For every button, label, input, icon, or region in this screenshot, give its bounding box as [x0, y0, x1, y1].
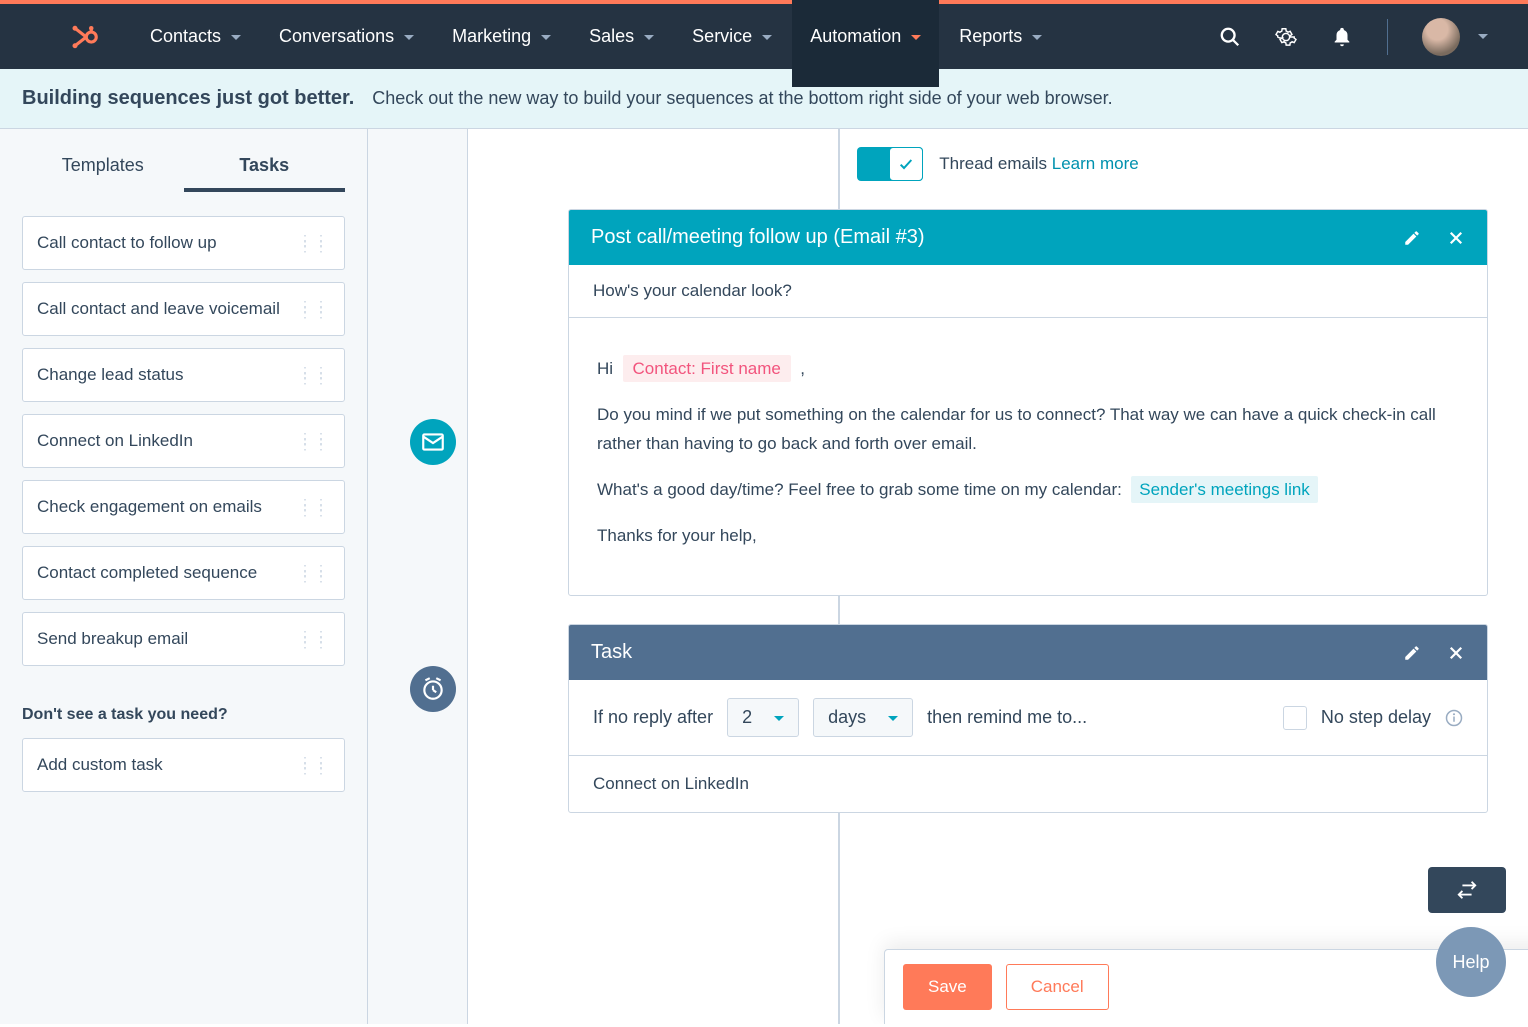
sidebar: Templates Tasks Call contact to follow u… [0, 129, 368, 1024]
task-card[interactable]: Change lead status⋮⋮⋮⋮ [22, 348, 345, 402]
task-config-row: If no reply after 2 days then remind me … [569, 680, 1487, 756]
tab-templates[interactable]: Templates [22, 155, 184, 192]
nav-sales[interactable]: Sales [589, 6, 654, 67]
thread-emails-row: Thread emails Learn more [468, 129, 1528, 209]
no-step-delay-label: No step delay [1321, 707, 1431, 728]
task-card[interactable]: Connect on LinkedIn⋮⋮⋮⋮ [22, 414, 345, 468]
drag-handle-icon[interactable]: ⋮⋮⋮⋮ [298, 369, 330, 381]
close-icon[interactable] [1447, 644, 1465, 662]
edit-icon[interactable] [1403, 229, 1421, 247]
info-icon[interactable] [1445, 709, 1463, 727]
nav-reports[interactable]: Reports [959, 6, 1042, 67]
close-icon[interactable] [1447, 229, 1465, 247]
bell-icon[interactable] [1331, 26, 1353, 48]
add-custom-task[interactable]: Add custom task⋮⋮⋮⋮ [22, 738, 345, 792]
task-card[interactable]: Call contact and leave voicemail⋮⋮⋮⋮ [22, 282, 345, 336]
email-card-header: Post call/meeting follow up (Email #3) [569, 210, 1487, 265]
chevron-down-icon [884, 707, 898, 728]
task-card-header: Task [569, 625, 1487, 680]
hubspot-logo-icon[interactable] [70, 22, 100, 52]
delay-number-select[interactable]: 2 [727, 698, 799, 737]
sidebar-tabs: Templates Tasks [22, 155, 345, 192]
drag-handle-icon[interactable]: ⋮⋮⋮⋮ [298, 759, 330, 771]
email-step: Post call/meeting follow up (Email #3) H… [568, 209, 1488, 596]
search-icon[interactable] [1219, 26, 1241, 48]
chevron-down-icon [770, 707, 784, 728]
task-card[interactable]: Call contact to follow up⋮⋮⋮⋮ [22, 216, 345, 270]
thread-emails-label: Thread emails [939, 154, 1047, 173]
no-step-delay-checkbox[interactable] [1283, 706, 1307, 730]
sender-meetings-link-token[interactable]: Sender's meetings link [1131, 476, 1318, 503]
nav-marketing[interactable]: Marketing [452, 6, 551, 67]
email-step-icon [410, 419, 456, 465]
if-no-reply-label: If no reply after [593, 707, 713, 728]
task-step: Task If no reply after 2 days then remin… [568, 624, 1488, 813]
top-nav: Contacts Conversations Marketing Sales S… [0, 4, 1528, 69]
drag-handle-icon[interactable]: ⋮⋮⋮⋮ [298, 633, 330, 645]
cancel-button[interactable]: Cancel [1006, 964, 1109, 1010]
email-card: Post call/meeting follow up (Email #3) H… [568, 209, 1488, 596]
sequence-canvas: Thread emails Learn more Post call/meeti… [368, 129, 1528, 1024]
task-card[interactable]: Check engagement on emails⋮⋮⋮⋮ [22, 480, 345, 534]
drag-handle-icon[interactable]: ⋮⋮⋮⋮ [298, 303, 330, 315]
task-card-title: Task [591, 641, 632, 664]
save-button[interactable]: Save [903, 964, 992, 1010]
nav-items: Contacts Conversations Marketing Sales S… [150, 6, 1042, 67]
learn-more-link[interactable]: Learn more [1052, 154, 1139, 173]
avatar [1422, 18, 1460, 56]
nav-contacts[interactable]: Contacts [150, 6, 241, 67]
nav-conversations[interactable]: Conversations [279, 6, 414, 67]
email-subject[interactable]: How's your calendar look? [569, 265, 1487, 318]
tab-tasks[interactable]: Tasks [184, 155, 346, 192]
task-card[interactable]: Contact completed sequence⋮⋮⋮⋮ [22, 546, 345, 600]
task-name-input[interactable]: Connect on LinkedIn [569, 756, 1487, 812]
email-card-title: Post call/meeting follow up (Email #3) [591, 226, 924, 249]
drag-handle-icon[interactable]: ⋮⋮⋮⋮ [298, 237, 330, 249]
edit-icon[interactable] [1403, 644, 1421, 662]
thread-emails-toggle[interactable] [857, 147, 923, 181]
custom-task-heading: Don't see a task you need? [22, 706, 345, 724]
task-card[interactable]: Send breakup email⋮⋮⋮⋮ [22, 612, 345, 666]
announcement-banner: Building sequences just got better. Chec… [0, 69, 1528, 129]
contact-first-name-token[interactable]: Contact: First name [623, 355, 791, 382]
banner-body: Check out the new way to build your sequ… [372, 88, 1112, 109]
task-card-step: Task If no reply after 2 days then remin… [568, 624, 1488, 813]
nav-service[interactable]: Service [692, 6, 772, 67]
drag-handle-icon[interactable]: ⋮⋮⋮⋮ [298, 435, 330, 447]
delay-unit-select[interactable]: days [813, 698, 913, 737]
chevron-down-icon [1474, 28, 1488, 46]
account-menu[interactable] [1422, 18, 1488, 56]
help-button[interactable]: Help [1436, 927, 1506, 997]
drag-handle-icon[interactable]: ⋮⋮⋮⋮ [298, 567, 330, 579]
banner-headline: Building sequences just got better. [22, 87, 354, 110]
drag-handle-icon[interactable]: ⋮⋮⋮⋮ [298, 501, 330, 513]
email-body[interactable]: Hi Contact: First name , Do you mind if … [569, 318, 1487, 595]
gear-icon[interactable] [1275, 26, 1297, 48]
then-remind-label: then remind me to... [927, 707, 1087, 728]
nav-divider [1387, 19, 1388, 55]
swap-button[interactable] [1428, 867, 1506, 913]
footer-actions: Save Cancel [884, 949, 1528, 1024]
check-icon [889, 147, 923, 181]
nav-right [1219, 18, 1488, 56]
nav-automation[interactable]: Automation [792, 0, 939, 87]
